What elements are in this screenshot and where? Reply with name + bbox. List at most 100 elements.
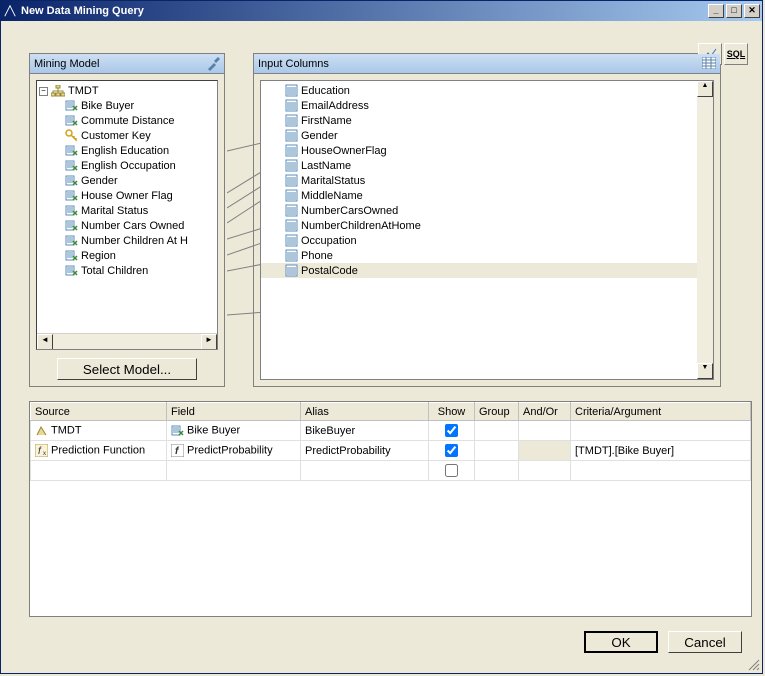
scroll-right-button[interactable]: ► — [201, 334, 217, 350]
tree-item-label: Number Children At H — [81, 235, 188, 247]
model-icon — [35, 424, 48, 437]
grid-row[interactable]: TMDTBike BuyerBikeBuyer — [31, 421, 751, 441]
tree-item[interactable]: English Education — [39, 143, 215, 158]
cell-group[interactable] — [475, 461, 519, 481]
cancel-button[interactable]: Cancel — [668, 631, 742, 653]
col-andor[interactable]: And/Or — [519, 403, 571, 421]
scroll-down-button[interactable]: ▼ — [697, 363, 713, 379]
column-icon — [285, 159, 298, 172]
tree-item[interactable]: Region — [39, 248, 215, 263]
cell-criteria[interactable] — [571, 461, 751, 481]
attribute-icon — [65, 174, 78, 187]
cell-source[interactable]: TMDT — [31, 421, 167, 441]
resize-grip-icon[interactable] — [746, 657, 760, 671]
tree-item[interactable]: Marital Status — [39, 203, 215, 218]
col-show[interactable]: Show — [429, 403, 475, 421]
show-checkbox[interactable] — [445, 424, 458, 437]
input-column-item[interactable]: Phone — [261, 248, 713, 263]
hscrollbar[interactable]: ◄ ► — [37, 333, 217, 349]
tree-item[interactable]: Number Children At H — [39, 233, 215, 248]
tree-item[interactable]: Gender — [39, 173, 215, 188]
input-column-label: FirstName — [301, 115, 352, 127]
client-area: SQL Mining Model — [1, 21, 762, 673]
input-column-item[interactable]: HouseOwnerFlag — [261, 143, 713, 158]
cell-source[interactable] — [31, 461, 167, 481]
input-column-item[interactable]: NumberCarsOwned — [261, 203, 713, 218]
col-source[interactable]: Source — [31, 403, 167, 421]
col-group[interactable]: Group — [475, 403, 519, 421]
scroll-up-button[interactable]: ▲ — [697, 81, 713, 97]
input-column-label: Education — [301, 85, 350, 97]
input-column-item[interactable]: MiddleName — [261, 188, 713, 203]
cell-group[interactable] — [475, 421, 519, 441]
maximize-button[interactable]: □ — [726, 4, 742, 18]
grid-row[interactable]: fxPrediction FunctionfPredictProbability… — [31, 441, 751, 461]
tree-item[interactable]: Number Cars Owned — [39, 218, 215, 233]
show-checkbox[interactable] — [445, 464, 458, 477]
input-column-item[interactable]: Gender — [261, 128, 713, 143]
col-alias[interactable]: Alias — [301, 403, 429, 421]
attribute-icon — [65, 144, 78, 157]
cell-alias[interactable] — [301, 461, 429, 481]
titlebar: New Data Mining Query _ □ ✕ — [1, 1, 762, 21]
input-column-label: NumberChildrenAtHome — [301, 220, 421, 232]
col-criteria[interactable]: Criteria/Argument — [571, 403, 751, 421]
cell-field[interactable] — [167, 461, 301, 481]
input-column-item[interactable]: MaritalStatus — [261, 173, 713, 188]
query-grid[interactable]: Source Field Alias Show Group And/Or Cri… — [29, 401, 752, 617]
scroll-track[interactable] — [697, 97, 713, 363]
tree-item[interactable]: Total Children — [39, 263, 215, 278]
hammer-icon — [206, 57, 220, 71]
cell-show[interactable] — [429, 461, 475, 481]
tree-root[interactable]: − TMDT — [39, 84, 215, 98]
sql-view-button[interactable]: SQL — [724, 43, 748, 65]
key-icon — [65, 129, 78, 142]
column-icon — [285, 264, 298, 277]
tree-item[interactable]: Commute Distance — [39, 113, 215, 128]
input-column-item[interactable]: FirstName — [261, 113, 713, 128]
ok-button[interactable]: OK — [584, 631, 658, 653]
cell-alias[interactable]: BikeBuyer — [301, 421, 429, 441]
tree-item-label: House Owner Flag — [81, 190, 173, 202]
input-column-item[interactable]: PostalCode — [261, 263, 713, 278]
input-column-item[interactable]: EmailAddress — [261, 98, 713, 113]
cell-alias[interactable]: PredictProbability — [301, 441, 429, 461]
cell-criteria[interactable] — [571, 421, 751, 441]
input-column-item[interactable]: NumberChildrenAtHome — [261, 218, 713, 233]
scroll-track[interactable] — [53, 334, 201, 349]
vscrollbar[interactable]: ▲ ▼ — [697, 81, 713, 379]
close-button[interactable]: ✕ — [744, 4, 760, 18]
input-column-label: HouseOwnerFlag — [301, 145, 387, 157]
tree-item-label: Commute Distance — [81, 115, 175, 127]
cell-field[interactable]: fPredictProbability — [167, 441, 301, 461]
tree-item[interactable]: House Owner Flag — [39, 188, 215, 203]
grid-row[interactable] — [31, 461, 751, 481]
cell-show[interactable] — [429, 421, 475, 441]
minimize-button[interactable]: _ — [708, 4, 724, 18]
show-checkbox[interactable] — [445, 444, 458, 457]
cell-group[interactable] — [475, 441, 519, 461]
input-column-item[interactable]: Occupation — [261, 233, 713, 248]
collapse-icon[interactable]: − — [39, 87, 48, 96]
cell-field[interactable]: Bike Buyer — [167, 421, 301, 441]
cell-source[interactable]: fxPrediction Function — [31, 441, 167, 461]
tree-item[interactable]: English Occupation — [39, 158, 215, 173]
cell-andor[interactable] — [519, 441, 571, 461]
cell-andor[interactable] — [519, 421, 571, 441]
tree-item[interactable]: Bike Buyer — [39, 98, 215, 113]
tree-item[interactable]: Customer Key — [39, 128, 215, 143]
mining-model-tree[interactable]: − TMDT Bike Buyer Commute DistanceCustome… — [36, 80, 218, 350]
tree-item-label: Number Cars Owned — [81, 220, 184, 232]
cell-criteria[interactable]: [TMDT].[Bike Buyer] — [571, 441, 751, 461]
select-model-button[interactable]: Select Model... — [57, 358, 197, 380]
column-icon — [285, 249, 298, 262]
cell-andor[interactable] — [519, 461, 571, 481]
scroll-left-button[interactable]: ◄ — [37, 334, 53, 350]
input-column-item[interactable]: Education — [261, 83, 713, 98]
input-columns-list[interactable]: EducationEmailAddress FirstNameGender Hous… — [260, 80, 714, 380]
col-field[interactable]: Field — [167, 403, 301, 421]
input-column-label: Phone — [301, 250, 333, 262]
cell-show[interactable] — [429, 441, 475, 461]
input-column-item[interactable]: LastName — [261, 158, 713, 173]
input-column-label: MiddleName — [301, 190, 363, 202]
